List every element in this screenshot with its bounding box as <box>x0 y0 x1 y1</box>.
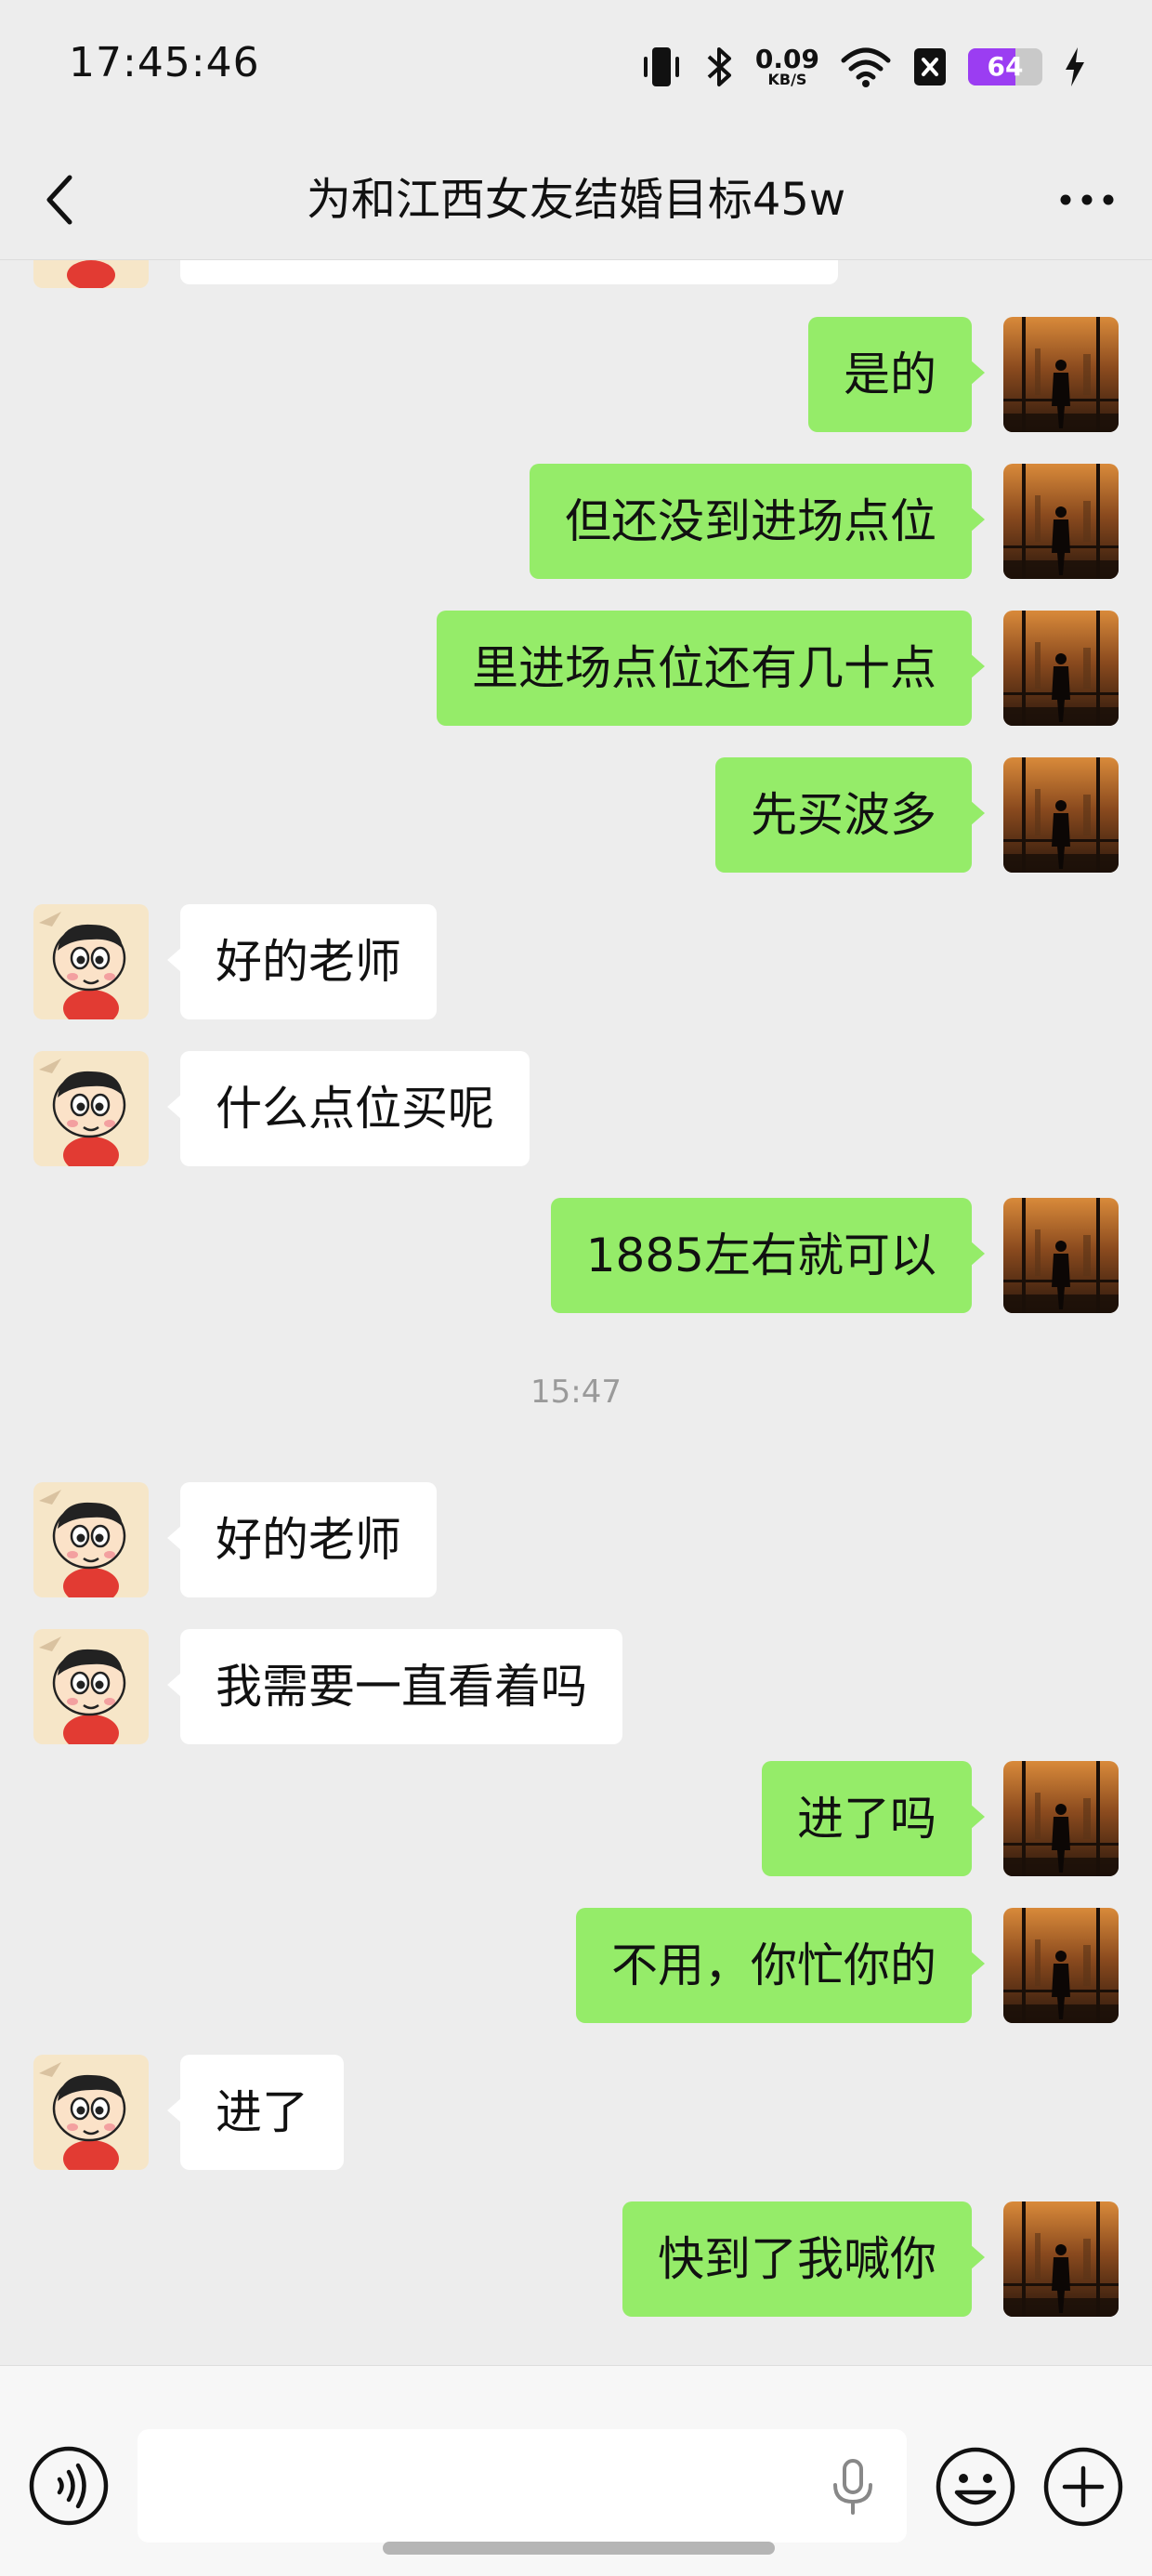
outgoing-message: 1885左右就可以 <box>0 1198 1152 1313</box>
battery-indicator: 64 <box>968 48 1042 85</box>
message-bubble[interactable]: 好的老师 <box>167 1482 437 1597</box>
message-bubble[interactable]: 里进场点位还有几十点 <box>437 611 985 726</box>
message-bubble[interactable]: 进了吗 <box>762 1761 985 1876</box>
contact-avatar[interactable] <box>33 260 149 288</box>
battery-percent: 64 <box>987 51 1024 82</box>
my-avatar[interactable] <box>1003 2201 1119 2317</box>
status-icons: 0.09 KB/S 64 <box>640 41 1087 93</box>
incoming-message: 进了 <box>0 2055 1152 2170</box>
message-bubble-partial[interactable] <box>180 260 838 284</box>
message-list[interactable]: 是的 但还没到进场点位 里进场点位还有几十点 先买波多 好的老师 什么点位买呢 … <box>0 260 1152 2365</box>
message-bubble[interactable]: 1885左右就可以 <box>550 1198 986 1313</box>
bluetooth-icon <box>707 47 731 86</box>
message-bubble[interactable]: 快到了我喊你 <box>622 2201 985 2317</box>
message-bubble[interactable]: 进了 <box>167 2055 344 2170</box>
outgoing-message: 里进场点位还有几十点 <box>0 611 1152 726</box>
emoji-button[interactable] <box>935 2446 1016 2528</box>
microphone-icon[interactable] <box>827 2459 879 2515</box>
my-avatar[interactable] <box>1003 464 1119 579</box>
outgoing-message: 但还没到进场点位 <box>0 464 1152 579</box>
silhouette-window-avatar-icon <box>1003 317 1119 432</box>
chat-header: 为和江西女友结婚目标45w <box>0 139 1152 260</box>
my-avatar[interactable] <box>1003 757 1119 873</box>
my-avatar[interactable] <box>1003 1198 1119 1313</box>
outgoing-message: 进了吗 <box>0 1761 1152 1876</box>
message-bubble[interactable]: 不用，你忙你的 <box>576 1908 985 2023</box>
chevron-left-icon <box>46 175 72 225</box>
more-dots-icon <box>1060 194 1114 205</box>
outgoing-message: 先买波多 <box>0 757 1152 873</box>
status-time: 17:45:46 <box>69 39 260 86</box>
silhouette-window-avatar-icon <box>1003 1761 1119 1876</box>
chat-title: 为和江西女友结婚目标45w <box>306 174 846 226</box>
cartoon-boy-avatar-icon <box>33 1629 149 1744</box>
voice-mode-button[interactable] <box>28 2445 110 2527</box>
back-button[interactable] <box>28 167 93 232</box>
cartoon-boy-avatar-icon <box>33 1051 149 1166</box>
outgoing-message: 快到了我喊你 <box>0 2201 1152 2317</box>
vibrate-icon <box>643 47 679 86</box>
silhouette-window-avatar-icon <box>1003 757 1119 873</box>
silhouette-window-avatar-icon <box>1003 1198 1119 1313</box>
charging-icon <box>1066 47 1084 86</box>
silhouette-window-avatar-icon <box>1003 2201 1119 2317</box>
silhouette-window-avatar-icon <box>1003 611 1119 726</box>
my-avatar[interactable] <box>1003 1761 1119 1876</box>
outgoing-message: 是的 <box>0 317 1152 432</box>
wifi-icon <box>841 47 891 87</box>
message-bubble[interactable]: 是的 <box>808 317 985 432</box>
my-avatar[interactable] <box>1003 317 1119 432</box>
outgoing-message: 不用，你忙你的 <box>0 1908 1152 2023</box>
home-indicator[interactable] <box>383 2542 775 2555</box>
message-bubble[interactable]: 我需要一直看着吗 <box>167 1629 622 1744</box>
contact-avatar[interactable] <box>33 1482 149 1597</box>
message-bubble[interactable]: 先买波多 <box>715 757 985 873</box>
message-input[interactable] <box>137 2429 907 2543</box>
my-avatar[interactable] <box>1003 1908 1119 2023</box>
message-bubble[interactable]: 好的老师 <box>167 904 437 1019</box>
message-bubble[interactable]: 但还没到进场点位 <box>530 464 985 579</box>
incoming-message: 好的老师 <box>0 1482 1152 1597</box>
incoming-message: 什么点位买呢 <box>0 1051 1152 1166</box>
more-functions-button[interactable] <box>1042 2446 1124 2528</box>
message-timestamp: 15:47 <box>530 1373 622 1411</box>
my-avatar[interactable] <box>1003 611 1119 726</box>
incoming-message: 好的老师 <box>0 904 1152 1019</box>
contact-avatar[interactable] <box>33 2055 149 2170</box>
silhouette-window-avatar-icon <box>1003 464 1119 579</box>
cartoon-boy-avatar-icon <box>33 904 149 1019</box>
cartoon-boy-avatar-icon <box>33 260 149 288</box>
cartoon-boy-avatar-icon <box>33 2055 149 2170</box>
no-sim-icon <box>914 48 946 85</box>
network-speed: 0.09 KB/S <box>754 44 819 88</box>
incoming-message: 我需要一直看着吗 <box>0 1629 1152 1744</box>
more-options-button[interactable] <box>1050 167 1124 232</box>
status-bar: 17:45:46 0.09 KB/S 64 <box>0 0 1152 139</box>
contact-avatar[interactable] <box>33 1051 149 1166</box>
message-bubble[interactable]: 什么点位买呢 <box>167 1051 530 1166</box>
contact-avatar[interactable] <box>33 1629 149 1744</box>
cartoon-boy-avatar-icon <box>33 1482 149 1597</box>
contact-avatar[interactable] <box>33 904 149 1019</box>
silhouette-window-avatar-icon <box>1003 1908 1119 2023</box>
